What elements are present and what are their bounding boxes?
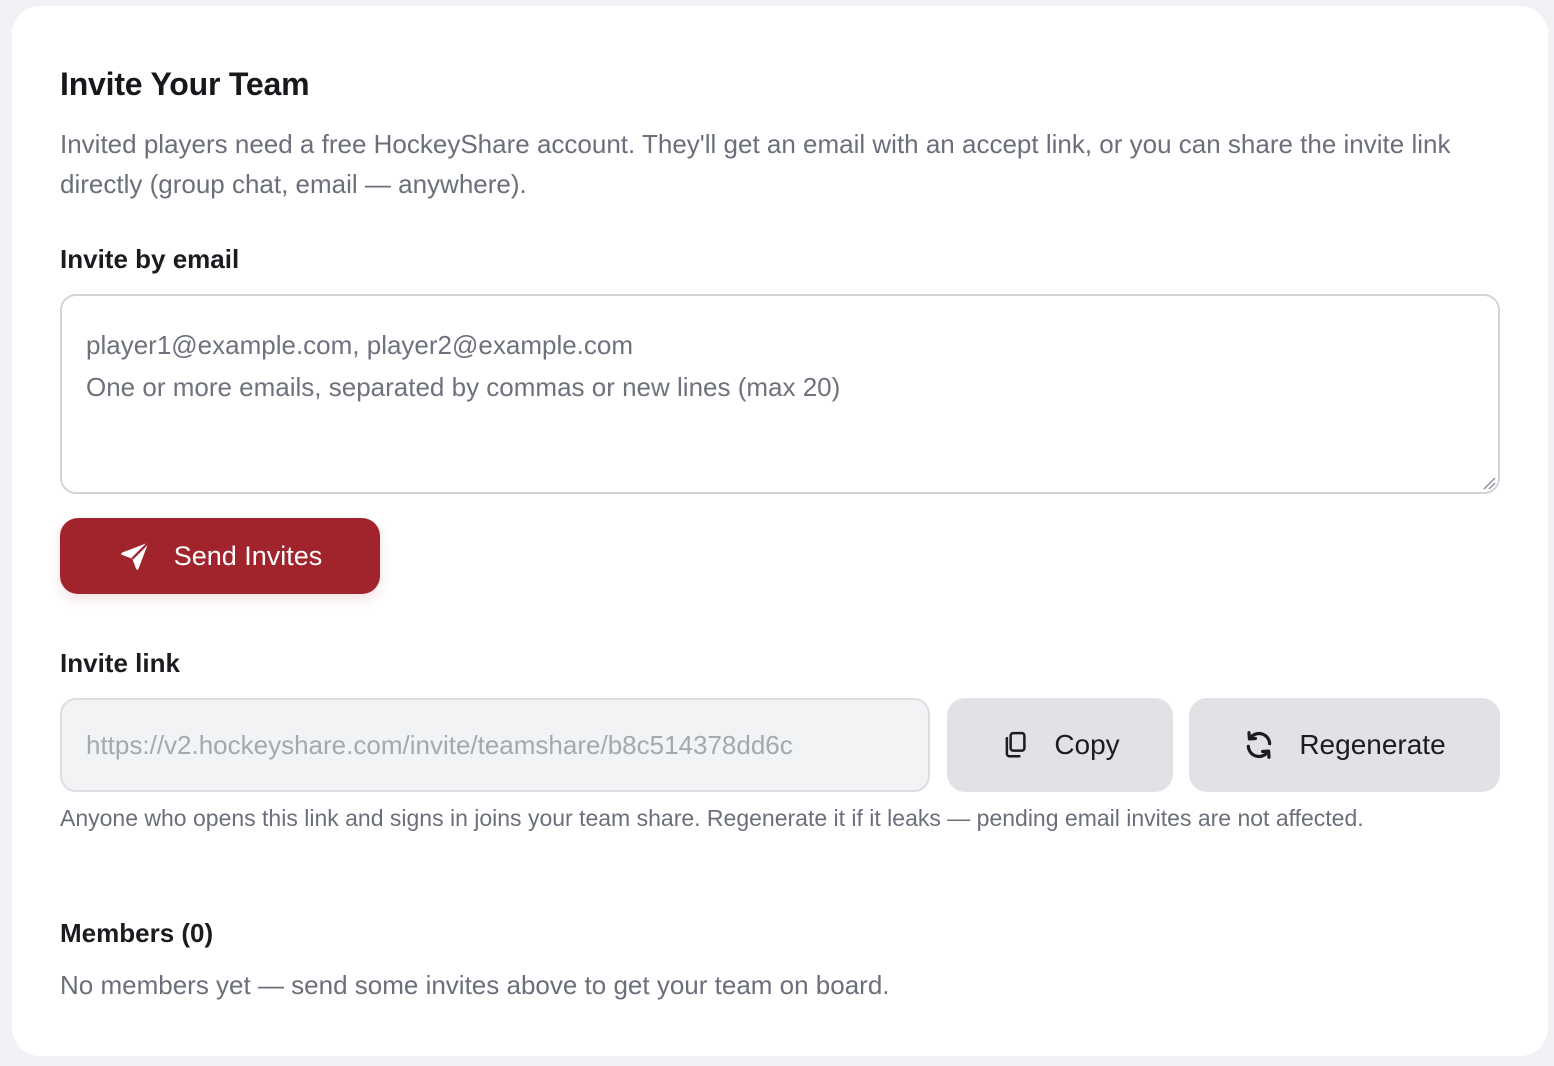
invite-by-email-label: Invite by email xyxy=(60,244,240,274)
members-empty-state: No members yet — send some invites above… xyxy=(60,970,890,1000)
copy-link-button[interactable]: Copy xyxy=(947,698,1173,792)
regenerate-label: Regenerate xyxy=(1299,729,1446,760)
email-textarea[interactable]: player1@example.com, player2@example.com… xyxy=(60,294,1500,494)
page-description: Invited players need a free HockeyShare … xyxy=(60,129,1451,199)
page-title: Invite Your Team xyxy=(60,66,310,102)
refresh-icon xyxy=(1243,729,1275,761)
copy-icon xyxy=(1000,730,1030,760)
invite-link-value: https://v2.hockeyshare.com/invite/teamsh… xyxy=(86,729,793,760)
invite-link-label: Invite link xyxy=(60,648,180,678)
send-invites-label: Send Invites xyxy=(173,540,323,571)
regenerate-link-button[interactable]: Regenerate xyxy=(1189,698,1500,792)
send-icon xyxy=(118,539,152,573)
resize-handle-icon[interactable] xyxy=(1482,476,1496,490)
email-textarea-placeholder: player1@example.com, player2@example.com… xyxy=(86,330,841,402)
copy-label: Copy xyxy=(1054,729,1120,760)
invite-link-help: Anyone who opens this link and signs in … xyxy=(60,805,1364,831)
invite-link-field[interactable]: https://v2.hockeyshare.com/invite/teamsh… xyxy=(60,698,930,792)
invite-team-card: Invite Your Team Invited players need a … xyxy=(12,6,1548,1056)
members-heading: Members (0) xyxy=(60,918,214,948)
send-invites-button[interactable]: Send Invites xyxy=(60,518,380,594)
